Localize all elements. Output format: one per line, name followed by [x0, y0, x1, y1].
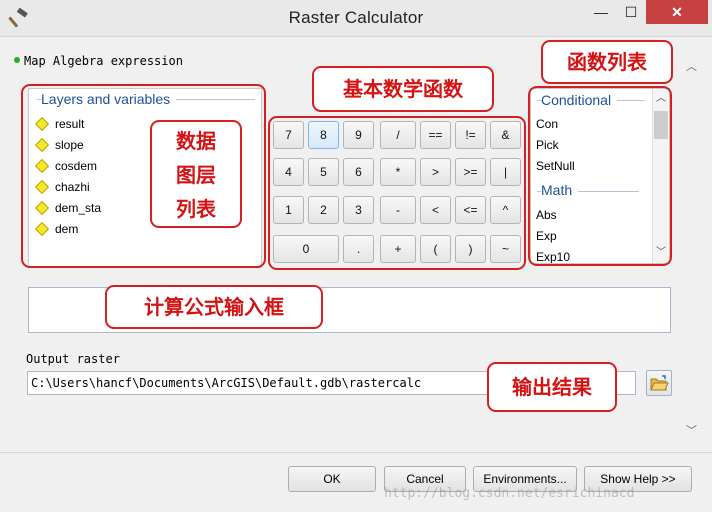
annotation-expression-box: 计算公式输入框 [105, 285, 323, 329]
ok-button[interactable]: OK [288, 466, 376, 492]
annotation-output-result: 输出结果 [487, 362, 617, 412]
map-algebra-label: Map Algebra expression [14, 54, 183, 68]
open-folder-icon [650, 375, 669, 391]
required-dot-icon [14, 57, 20, 63]
maximize-button[interactable]: ☐ [616, 0, 646, 24]
browse-button[interactable] [646, 370, 672, 396]
annotation-basic-math: 基本数学函数 [312, 66, 494, 112]
annotation-layer-list: 数据 图层 列表 [150, 120, 242, 228]
title-bar: Raster Calculator — ☐ ✕ [0, 0, 712, 37]
functions-highlight [528, 86, 672, 266]
watermark: http://blog.csdn.net/esrichinacd [384, 486, 635, 501]
output-raster-label: Output raster [26, 352, 120, 366]
close-button[interactable]: ✕ [646, 0, 708, 24]
keypad-highlight [268, 116, 526, 270]
scroll-down-icon[interactable]: ﹀ [686, 422, 697, 438]
scroll-up-icon[interactable]: ︿ [686, 58, 697, 74]
minimize-button[interactable]: — [586, 0, 616, 24]
map-algebra-label-text: Map Algebra expression [24, 54, 183, 68]
annotation-function-list: 函数列表 [541, 40, 673, 84]
footer-divider [0, 452, 712, 453]
